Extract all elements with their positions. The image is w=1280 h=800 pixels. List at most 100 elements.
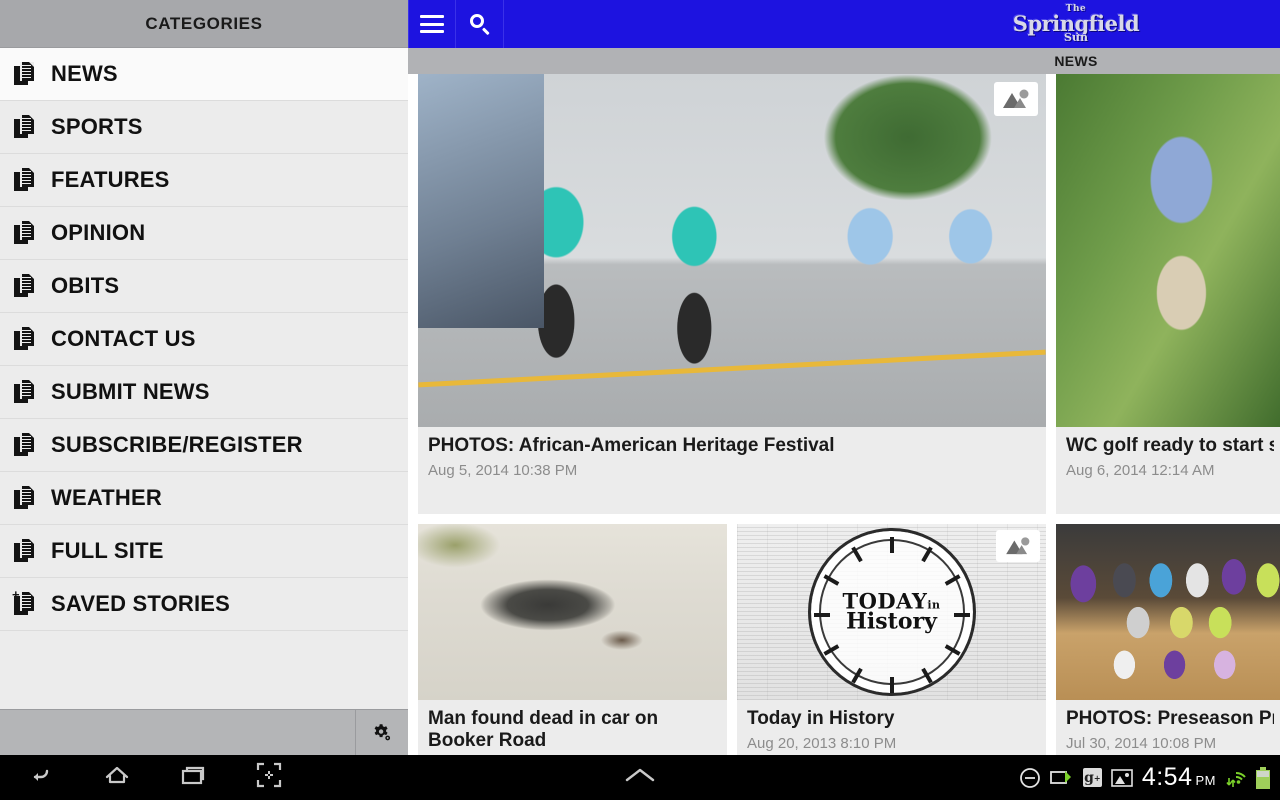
- article-date: Aug 20, 2013 8:10 PM: [747, 734, 897, 752]
- document-icon: [14, 221, 36, 245]
- android-navigation-bar[interactable]: g + 4:54 PM: [0, 755, 1280, 800]
- article-thumbnail: [418, 524, 727, 700]
- document-icon: [14, 433, 36, 457]
- article-meta: Today in History Aug 20, 2013 8:10 PM: [737, 700, 1046, 755]
- android-tablet-screen: The Springfield Sun NEWS PHOTOS: African…: [0, 0, 1280, 800]
- section-tab-bar: NEWS: [408, 48, 1280, 74]
- road-burn-mark-photo: [418, 524, 727, 700]
- sidebar-item-label: SPORTS: [51, 114, 143, 139]
- sidebar-item-features[interactable]: FEATURES: [0, 154, 408, 207]
- status-bar-icons[interactable]: g + 4:54 PM: [1019, 755, 1270, 800]
- document-icon: [14, 168, 36, 192]
- sidebar-item-label: FEATURES: [51, 167, 170, 192]
- photo-gallery-icon: [994, 82, 1038, 116]
- document-icon: [14, 486, 36, 510]
- sidebar-item-label: SUBMIT NEWS: [51, 379, 210, 404]
- article-card[interactable]: Man found dead in car on Booker Road: [418, 524, 727, 755]
- article-thumbnail: [418, 74, 1046, 427]
- article-row-1: PHOTOS: African-American Heritage Festiv…: [408, 74, 1280, 514]
- drawer-footer-spacer: [0, 710, 356, 755]
- status-bar-clock: 4:54 PM: [1142, 763, 1216, 792]
- document-icon: [14, 327, 36, 351]
- article-meta: Man found dead in car on Booker Road: [418, 700, 727, 755]
- navigation-drawer[interactable]: CATEGORIES NEWS SPORTS FEATURES OPINION …: [0, 0, 408, 755]
- article-title: PHOTOS: Preseason Pre: [1066, 708, 1274, 729]
- sidebar-item-label: CONTACT US: [51, 326, 196, 351]
- hamburger-menu-icon: [420, 15, 444, 33]
- photo-gallery-icon: [996, 530, 1040, 562]
- clock-time: 4:54: [1141, 763, 1193, 791]
- hamburger-menu-button[interactable]: [408, 0, 456, 48]
- gear-icon: [371, 722, 393, 744]
- sidebar-item-label: NEWS: [51, 61, 118, 86]
- parade-dancers-photo: [418, 74, 1046, 427]
- action-bar: The Springfield Sun: [408, 0, 1280, 48]
- sidebar-item-label: OPINION: [51, 220, 146, 245]
- article-card[interactable]: TODAYin History Today in History Aug 20,…: [737, 524, 1046, 755]
- sidebar-item-subscribe-register[interactable]: SUBSCRIBE/REGISTER: [0, 419, 408, 472]
- article-date: Aug 5, 2014 10:38 PM: [428, 461, 578, 479]
- article-card[interactable]: PHOTOS: Preseason Pre Jul 30, 2014 10:08…: [1056, 524, 1280, 755]
- do-not-disturb-icon: [1019, 767, 1041, 789]
- battery-icon: [1256, 766, 1270, 789]
- settings-button[interactable]: [356, 710, 408, 755]
- logo-line-sun: Sun: [1064, 31, 1088, 44]
- article-date: Aug 6, 2014 12:14 AM: [1066, 461, 1215, 479]
- article-card[interactable]: WC golf ready to start se Aug 6, 2014 12…: [1056, 74, 1280, 514]
- document-icon: [14, 274, 36, 298]
- sidebar-item-contact-us[interactable]: CONTACT US: [0, 313, 408, 366]
- app-logo: The Springfield Sun: [408, 0, 1280, 48]
- article-grid[interactable]: PHOTOS: African-American Heritage Festiv…: [408, 74, 1280, 755]
- article-title: Today in History: [747, 708, 895, 729]
- article-title: Man found dead in car on Booker Road: [428, 708, 659, 751]
- article-row-2: Man found dead in car on Booker Road TOD…: [408, 524, 1280, 755]
- image-icon: [1111, 768, 1133, 787]
- golfer-photo: [1056, 74, 1280, 427]
- sidebar-item-label: SAVED STORIES: [51, 591, 231, 616]
- sidebar-item-label: FULL SITE: [51, 538, 164, 563]
- wifi-icon: [1225, 767, 1247, 789]
- document-icon: [14, 62, 36, 86]
- clock-ampm: PM: [1195, 773, 1216, 788]
- sidebar-item-opinion[interactable]: OPINION: [0, 207, 408, 260]
- sidebar-item-saved-stories[interactable]: + SAVED STORIES: [0, 578, 408, 631]
- tab-news[interactable]: NEWS: [1054, 53, 1097, 69]
- article-card[interactable]: PHOTOS: African-American Heritage Festiv…: [418, 74, 1046, 514]
- sidebar-item-sports[interactable]: SPORTS: [0, 101, 408, 154]
- article-title: WC golf ready to start se: [1066, 435, 1274, 456]
- logo-line-springfield: Springfield: [1012, 11, 1140, 36]
- article-thumbnail: TODAYin History: [737, 524, 1046, 700]
- sidebar-item-submit-news[interactable]: SUBMIT NEWS: [0, 366, 408, 419]
- article-date: Jul 30, 2014 10:08 PM: [1066, 734, 1217, 752]
- chevron-up-icon: [623, 765, 657, 790]
- sidebar-item-weather[interactable]: WEATHER: [0, 472, 408, 525]
- document-icon: [14, 539, 36, 563]
- document-icon: [14, 380, 36, 404]
- search-icon: [469, 13, 491, 36]
- sidebar-item-obits[interactable]: OBITS: [0, 260, 408, 313]
- article-meta: PHOTOS: Preseason Pre Jul 30, 2014 10:08…: [1056, 700, 1280, 755]
- volleyball-team-photo: [1056, 524, 1280, 700]
- logo-line-the: The: [1065, 4, 1087, 14]
- document-icon: [14, 115, 36, 139]
- sidebar-item-label: SUBSCRIBE/REGISTER: [51, 432, 303, 457]
- graphic-line-history: History: [846, 608, 937, 635]
- document-add-icon: +: [12, 588, 36, 616]
- article-title: PHOTOS: African-American Heritage Festiv…: [428, 435, 835, 456]
- sidebar-item-label: WEATHER: [51, 485, 162, 510]
- article-meta: WC golf ready to start se Aug 6, 2014 12…: [1056, 427, 1280, 489]
- drawer-category-list[interactable]: NEWS SPORTS FEATURES OPINION OBITS CONTA: [0, 48, 408, 709]
- drawer-header-title: CATEGORIES: [0, 0, 408, 48]
- clock-graphic-text: TODAYin History: [842, 590, 940, 635]
- sidebar-item-full-site[interactable]: FULL SITE: [0, 525, 408, 578]
- google-plus-icon: g +: [1082, 768, 1102, 787]
- sidebar-item-label: OBITS: [51, 273, 120, 298]
- app-content: The Springfield Sun NEWS PHOTOS: African…: [408, 0, 1280, 755]
- drawer-footer: [0, 709, 408, 755]
- article-thumbnail: [1056, 74, 1280, 427]
- article-thumbnail: [1056, 524, 1280, 700]
- article-meta: PHOTOS: African-American Heritage Festiv…: [418, 427, 1046, 489]
- sidebar-item-news[interactable]: NEWS: [0, 48, 408, 101]
- search-button[interactable]: [456, 0, 504, 48]
- usb-debugging-icon: [1049, 768, 1074, 788]
